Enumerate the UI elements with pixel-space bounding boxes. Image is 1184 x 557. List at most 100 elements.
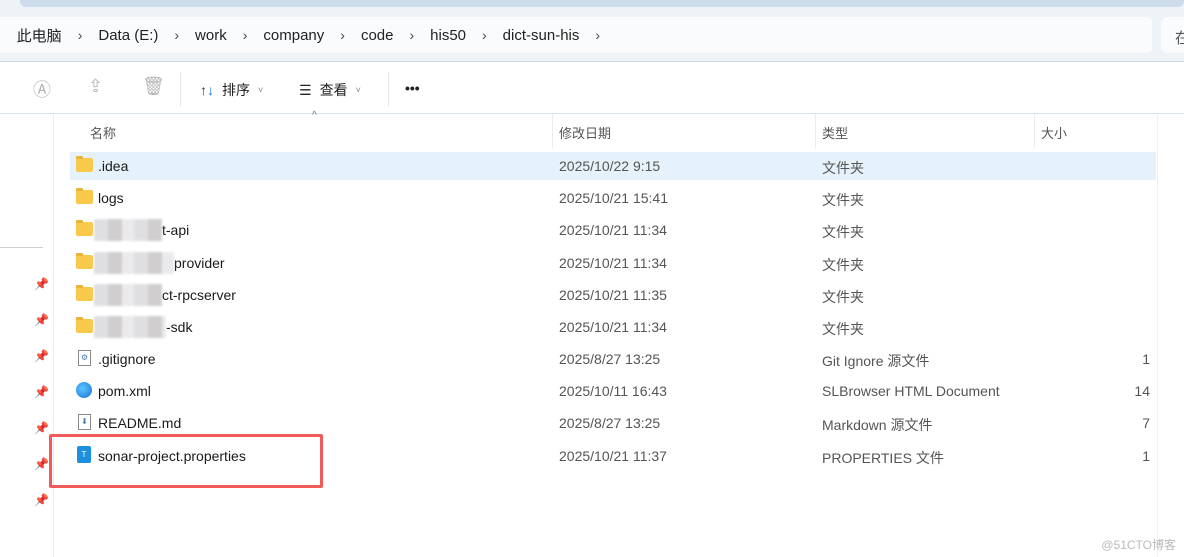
markdown-file-icon: ⬇ <box>78 414 91 430</box>
file-type: 文件夹 <box>822 160 864 176</box>
window-tab-strip <box>0 0 1184 17</box>
redacted-region <box>94 252 174 274</box>
breadcrumb-item[interactable]: code <box>361 27 394 44</box>
file-date: 2025/10/21 11:35 <box>559 287 667 303</box>
file-name[interactable]: -sdk <box>166 319 192 335</box>
pin-icon: 📌 <box>34 385 49 399</box>
breadcrumb-item[interactable]: dict-sun-his <box>503 27 580 44</box>
chevron-right-icon: › <box>482 27 487 43</box>
breadcrumb-item[interactable]: his50 <box>430 27 466 44</box>
folder-icon <box>76 253 93 269</box>
file-date: 2025/10/21 11:34 <box>559 319 667 335</box>
chevron-right-icon: › <box>242 27 248 43</box>
delete-icon[interactable]: 🗑 <box>142 76 165 97</box>
address-bar[interactable]: › 此电脑 › Data (E:) › work › company › code › h… <box>0 17 1152 53</box>
file-row[interactable]: ct-rpcserver 2025/10/21 11:35 文件夹 <box>70 281 1156 309</box>
chevron-right-icon: › <box>174 27 180 43</box>
file-row[interactable]: t-api 2025/10/21 11:34 文件夹 <box>70 216 1156 244</box>
breadcrumb-item[interactable]: company <box>263 27 324 44</box>
file-date: 2025/10/21 11:34 <box>559 255 667 271</box>
chevron-right-icon: › <box>77 27 83 43</box>
pin-icon: 📌 <box>34 313 49 327</box>
highlight-box <box>49 434 323 488</box>
chevron-right-icon[interactable]: › <box>595 27 600 43</box>
folder-icon <box>76 156 93 172</box>
file-type: PROPERTIES 文件 <box>822 450 944 466</box>
column-header-size[interactable]: 大小 <box>1034 114 1157 148</box>
breadcrumb-item[interactable]: 此电脑 <box>17 25 62 46</box>
breadcrumb-item[interactable]: work <box>195 27 227 44</box>
file-row[interactable]: provider 2025/10/21 11:34 文件夹 <box>70 249 1156 277</box>
file-size: 1 <box>1142 448 1150 464</box>
view-button[interactable]: ☰ 查看 ˅ <box>299 80 361 100</box>
file-name[interactable]: logs <box>98 190 124 206</box>
file-date: 2025/10/21 15:41 <box>559 190 668 206</box>
file-type: SLBrowser HTML Document <box>822 383 1000 399</box>
folder-icon <box>76 317 93 333</box>
pin-icon: 📌 <box>34 457 49 471</box>
file-type: Git Ignore 源文件 <box>822 353 930 369</box>
view-label: 查看 <box>319 82 348 98</box>
file-row[interactable]: logs 2025/10/21 15:41 文件夹 <box>70 184 1156 212</box>
pin-icon: 📌 <box>34 493 49 507</box>
file-size: 14 <box>1134 383 1150 399</box>
sort-label: 排序 <box>222 82 250 98</box>
file-date: 2025/10/21 11:34 <box>559 222 667 238</box>
file-type: 文件夹 <box>822 257 864 273</box>
folder-icon <box>76 220 93 236</box>
file-date: 2025/8/27 13:25 <box>559 415 661 431</box>
file-row[interactable]: -sdk 2025/10/21 11:34 文件夹 <box>70 313 1156 341</box>
command-bar: Ⓐ ⇪ 🗑 ↑↓ 排序 ˅ ☰ 查看 ˅ ••• <box>0 62 1184 114</box>
chevron-right-icon: › <box>409 27 415 43</box>
redacted-region <box>94 284 162 306</box>
file-row[interactable]: pom.xml 2025/10/11 16:43 SLBrowser HTML Do… <box>70 377 1156 405</box>
share-icon[interactable]: ⇪ <box>88 76 103 97</box>
file-type: 文件夹 <box>822 289 864 305</box>
file-type: 文件夹 <box>822 321 864 337</box>
file-name[interactable]: pom.xml <box>98 383 151 399</box>
file-name[interactable]: ct-rpcserver <box>162 287 236 303</box>
folder-icon <box>76 285 93 301</box>
file-type: Markdown 源文件 <box>822 417 933 433</box>
breadcrumb-item[interactable]: Data (E:) <box>98 27 158 44</box>
file-name[interactable]: .gitignore <box>98 351 156 367</box>
file-name[interactable]: provider <box>174 255 225 271</box>
column-header-type[interactable]: 类型 <box>815 114 1034 148</box>
file-type: 文件夹 <box>822 224 864 240</box>
chevron-down-icon: ˅ <box>355 85 361 95</box>
sort-button[interactable]: ↑↓ 排序 ˅ <box>200 80 263 100</box>
browser-icon <box>76 382 92 398</box>
list-icon: ☰ <box>299 81 312 98</box>
column-header-date[interactable]: 修改日期 <box>552 114 815 148</box>
file-date: 2025/8/27 13:25 <box>559 351 661 367</box>
file-row[interactable]: ⬇ README.md 2025/8/27 13:25 Markdown 源文件 7 <box>70 409 1156 437</box>
file-name[interactable]: .idea <box>98 158 128 174</box>
redacted-region <box>94 316 166 338</box>
file-name[interactable]: README.md <box>98 415 181 431</box>
sort-icon: ↑↓ <box>200 82 214 98</box>
pin-icon: 📌 <box>34 277 49 291</box>
chevron-down-icon: ˅ <box>258 85 264 95</box>
file-type: 文件夹 <box>822 192 864 208</box>
rename-icon[interactable]: Ⓐ <box>33 76 51 102</box>
file-size: 1 <box>1142 351 1150 367</box>
folder-icon <box>76 188 93 204</box>
chevron-right-icon: › <box>0 27 1 43</box>
file-size: 7 <box>1142 415 1150 431</box>
column-header-name[interactable]: 名称 <box>83 114 552 148</box>
redacted-region <box>94 219 162 241</box>
file-row[interactable]: ⚙ .gitignore 2025/8/27 13:25 Git Ignore 源文件… <box>70 345 1156 373</box>
chevron-right-icon: › <box>340 27 345 43</box>
more-options-button[interactable]: ••• <box>405 80 420 96</box>
pin-icon: 📌 <box>34 421 49 435</box>
file-row[interactable]: .idea 2025/10/22 9:15 文件夹 <box>70 152 1156 180</box>
search-input[interactable]: 在 <box>1161 17 1184 53</box>
watermark: @51CTO博客 <box>1101 538 1176 552</box>
pin-icon: 📌 <box>34 349 49 363</box>
file-date: 2025/10/11 16:43 <box>559 383 667 399</box>
file-name[interactable]: t-api <box>162 222 189 238</box>
file-date: 2025/10/21 11:37 <box>559 448 667 464</box>
file-date: 2025/10/22 9:15 <box>559 158 661 174</box>
navigation-pane: 📌 📌 📌 📌 📌 📌 📌 <box>0 114 54 557</box>
address-bar-area: › 此电脑 › Data (E:) › work › company › code › h… <box>0 17 1184 62</box>
